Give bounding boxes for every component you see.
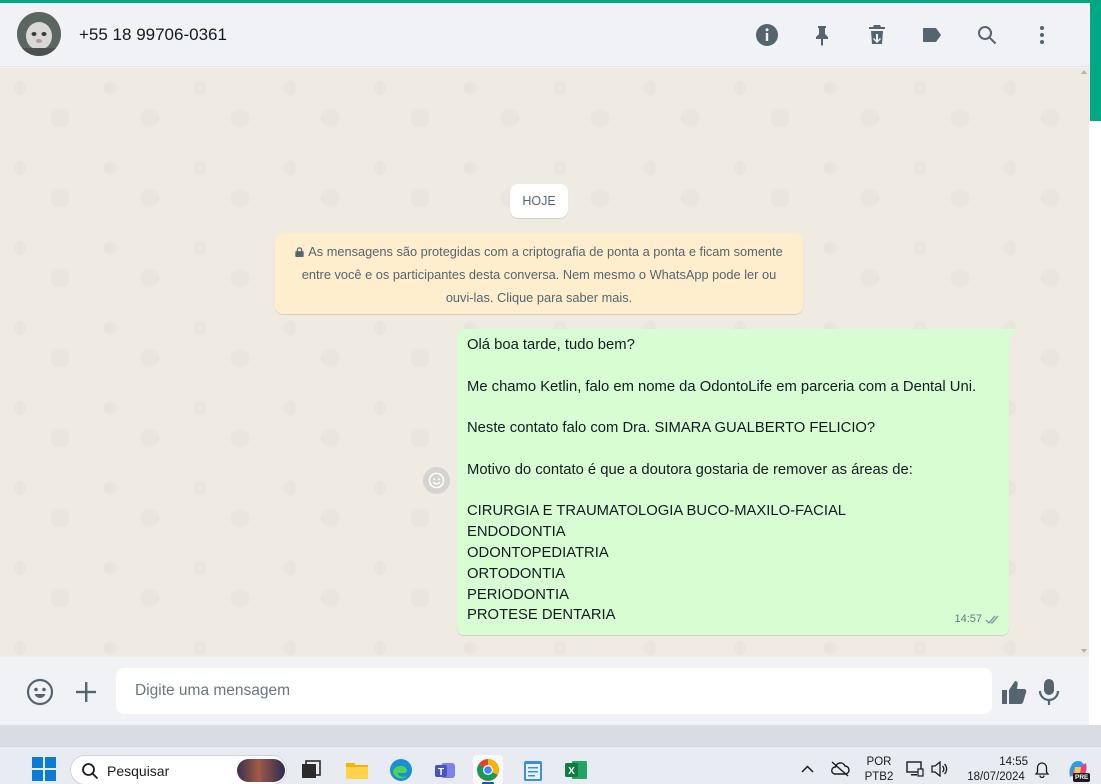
keyboard-layout: PTB2: [864, 771, 894, 783]
contact-info-button[interactable]: [739, 15, 794, 55]
contact-avatar[interactable]: [17, 12, 61, 56]
contact-name[interactable]: +55 18 99706-0361: [79, 25, 227, 45]
plus-icon: [76, 682, 96, 702]
voice-message-button[interactable]: [1036, 677, 1062, 707]
chrome-icon: [477, 759, 499, 781]
message-composer: [0, 657, 1089, 725]
lock-icon: [295, 247, 304, 257]
double-check-icon: [985, 615, 999, 625]
message-line: PERIODONTIA: [467, 586, 569, 603]
like-button[interactable]: [999, 677, 1029, 707]
message-line: CIRURGIA E TRAUMATOLOGIA BUCO-MAXILO-FAC…: [467, 503, 847, 520]
trash-icon: [868, 25, 885, 44]
message-line: Neste contato falo com Dra. SIMARA GUALB…: [467, 420, 876, 437]
clock-date: 18/07/2024: [967, 771, 1025, 783]
message-time: 14:57: [954, 613, 982, 626]
search-chat-button[interactable]: [959, 15, 1014, 55]
message-line: PROTESE DENTARIA: [467, 607, 616, 624]
search-icon: [82, 763, 99, 780]
message-input[interactable]: [116, 668, 992, 714]
attach-button[interactable]: [72, 678, 100, 706]
copilot-button[interactable]: PRE: [1066, 759, 1091, 783]
onedrive-offline-icon[interactable]: [830, 761, 850, 777]
notepad-icon: [524, 761, 542, 781]
teams-button[interactable]: T: [430, 755, 460, 784]
teams-icon: T: [435, 763, 455, 778]
language-code: POR: [866, 756, 892, 768]
scroll-down-arrow[interactable]: [1081, 649, 1087, 653]
react-button[interactable]: [423, 467, 450, 494]
tag-icon: [922, 28, 941, 42]
edge-button[interactable]: [386, 755, 416, 784]
edge-icon: [390, 759, 412, 781]
emoji-button[interactable]: [25, 677, 55, 707]
volume-icon[interactable]: [931, 761, 949, 777]
chevron-up-icon[interactable]: [801, 764, 814, 774]
notification-bell-icon[interactable]: [1034, 762, 1050, 778]
svg-text:X: X: [568, 766, 575, 777]
scroll-up-arrow[interactable]: [1081, 70, 1087, 74]
excel-button[interactable]: X: [561, 755, 591, 784]
message-text: Olá boa tarde, tudo bem? Me chamo Ketlin,…: [467, 335, 1000, 626]
copilot-badge: PRE: [1073, 773, 1091, 782]
microphone-icon: [1038, 679, 1060, 705]
windows-start-icon[interactable]: [32, 757, 56, 781]
encryption-notice-text: As mensagens são protegidas com a cripto…: [301, 244, 783, 305]
notepad-button[interactable]: [518, 755, 548, 784]
network-icon[interactable]: [906, 761, 924, 777]
taskbar-search[interactable]: Pesquisar: [70, 755, 287, 784]
chrome-button[interactable]: [473, 755, 503, 784]
file-explorer-button[interactable]: [342, 755, 372, 784]
message-line: ODONTOPEDIATRIA: [467, 544, 609, 561]
chat-messages[interactable]: HOJE As mensagens são protegidas com a c…: [0, 68, 1089, 657]
delete-chat-button[interactable]: [849, 15, 904, 55]
windows-taskbar: Pesquisar T X POR PTB2 14:55 18/07/2024 …: [0, 746, 1101, 784]
input-language[interactable]: POR PTB2: [861, 755, 897, 784]
folder-icon: [346, 763, 368, 779]
message-line: ENDODONTIA: [467, 524, 566, 541]
chat-header: +55 18 99706-0361: [0, 3, 1089, 67]
task-view-button[interactable]: [296, 755, 326, 784]
header-actions: [739, 15, 1069, 55]
emoji-react-icon: [428, 472, 445, 489]
date-separator: HOJE: [510, 184, 568, 218]
pin-chat-button[interactable]: [794, 15, 849, 55]
bubble-tail: [1009, 329, 1017, 339]
window-scrollbar-thumb[interactable]: [1090, 3, 1101, 121]
svg-text:T: T: [438, 767, 444, 778]
system-clock[interactable]: 14:55 18/07/2024: [960, 755, 1032, 784]
task-view-icon: [302, 760, 321, 778]
search-icon: [977, 26, 996, 45]
message-line: Olá boa tarde, tudo bem?: [467, 337, 635, 353]
outgoing-message[interactable]: Olá boa tarde, tudo bem? Me chamo Ketlin,…: [457, 329, 1009, 635]
label-chat-button[interactable]: [904, 15, 959, 55]
pin-icon: [815, 26, 828, 46]
chat-menu-button[interactable]: [1014, 15, 1069, 55]
info-icon: [755, 24, 778, 46]
message-meta: 14:57: [954, 609, 1001, 630]
message-line: Motivo do contato é que a doutora gostar…: [467, 461, 913, 478]
clock-time: 14:55: [999, 756, 1028, 768]
search-highlight-image: [237, 759, 285, 782]
desktop-background: [0, 725, 1101, 746]
more-vertical-icon: [1039, 26, 1044, 44]
smiley-icon: [26, 678, 54, 706]
encryption-notice[interactable]: As mensagens são protegidas com a cripto…: [275, 233, 803, 314]
message-line: ORTODONTIA: [467, 565, 566, 582]
taskbar-search-label: Pesquisar: [107, 763, 170, 779]
message-line: Me chamo Ketlin, falo em nome da OdontoL…: [467, 378, 977, 395]
excel-icon: X: [565, 761, 587, 779]
thumbs-up-icon: [1002, 681, 1027, 705]
